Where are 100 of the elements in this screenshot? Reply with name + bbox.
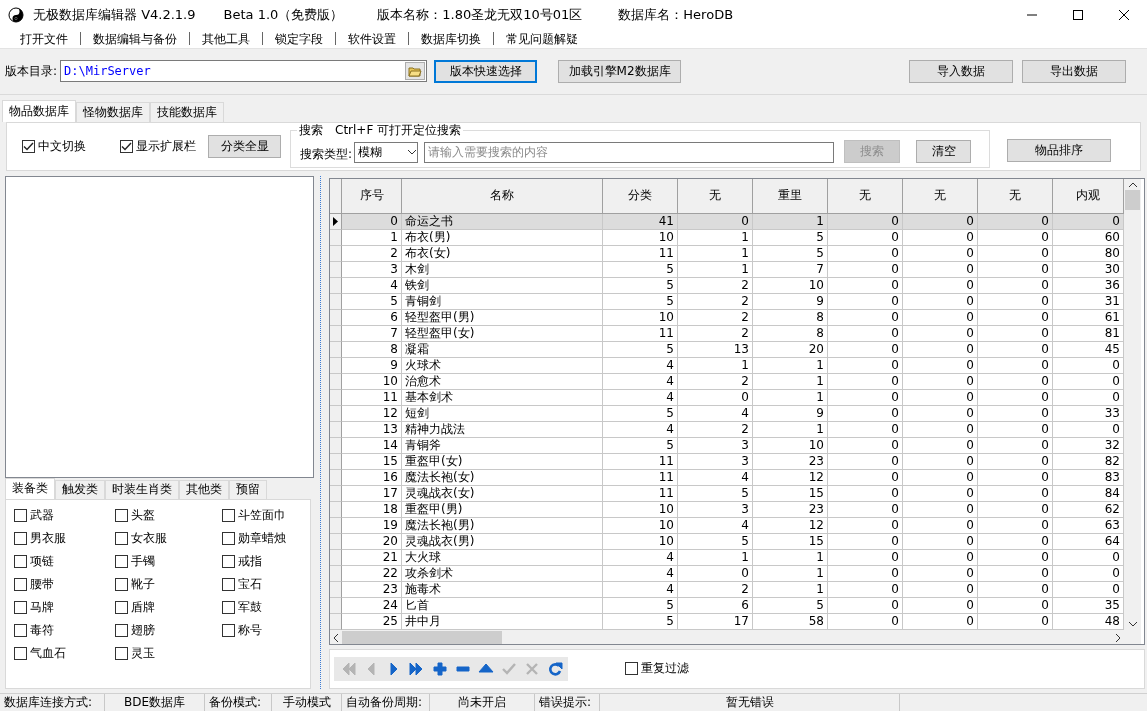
table-row[interactable]: 15 重盔甲(女) 11 3 23 0 0 0 82 <box>330 453 1124 470</box>
checkbox[interactable]: 重复过滤 <box>625 660 689 677</box>
checkbox[interactable]: 戒指 <box>222 553 312 570</box>
checkbox[interactable]: 武器 <box>14 507 115 524</box>
tab[interactable]: 物品数据库 <box>2 100 76 123</box>
checkbox[interactable]: 翅膀 <box>115 622 222 639</box>
table-cell: 0 <box>903 357 978 374</box>
toolbar-button[interactable]: 导入数据 <box>909 59 1014 83</box>
table-cell: 5 <box>603 293 678 310</box>
checkbox[interactable]: 军鼓 <box>222 599 312 616</box>
table-row[interactable]: 24 匕首 5 6 5 0 0 0 35 <box>330 597 1124 614</box>
table-cell: 0 <box>978 373 1053 390</box>
vertical-scrollbar[interactable] <box>1124 178 1141 630</box>
table-cell: 0 <box>978 405 1053 422</box>
sort-button[interactable]: 物品排序 <box>1007 139 1111 163</box>
checkbox[interactable]: 宝石 <box>222 576 312 593</box>
column-header[interactable]: 序号 <box>342 178 402 214</box>
checkbox[interactable]: 盾牌 <box>115 599 222 616</box>
table-row[interactable]: 20 灵魂战衣(男) 10 5 15 0 0 0 64 <box>330 533 1124 550</box>
tab[interactable]: 装备类 <box>5 477 55 499</box>
checkbox[interactable]: 头盔 <box>115 507 222 524</box>
table-row[interactable]: 22 攻杀剑术 4 0 1 0 0 0 0 <box>330 565 1124 582</box>
table-row[interactable]: 4 铁剑 5 2 10 0 0 0 36 <box>330 277 1124 294</box>
checkbox[interactable]: 女衣服 <box>115 530 222 547</box>
search-field[interactable]: 请输入需要搜索的内容 <box>424 141 835 163</box>
table-row[interactable]: 5 青铜剑 5 2 9 0 0 0 31 <box>330 293 1124 310</box>
menu-item[interactable]: 数据编辑与备份 <box>81 32 189 46</box>
table-row[interactable]: 1 布衣(男) 10 1 5 0 0 0 60 <box>330 229 1124 246</box>
menu-item[interactable]: 软件设置 <box>336 32 408 46</box>
table-row[interactable]: 16 魔法长袍(女) 11 4 12 0 0 0 83 <box>330 469 1124 486</box>
tab[interactable]: 时装生肖类 <box>105 479 179 499</box>
checkbox[interactable]: 称号 <box>222 622 312 639</box>
scroll-thumb[interactable] <box>342 630 502 644</box>
checkbox[interactable]: 手镯 <box>115 553 222 570</box>
table-cell: 4 <box>603 373 678 390</box>
column-header[interactable]: 无 <box>978 178 1053 214</box>
column-header[interactable]: 无 <box>828 178 903 214</box>
checkbox[interactable]: 腰带 <box>14 576 115 593</box>
table-row[interactable]: 2 布衣(女) 11 1 5 0 0 0 80 <box>330 245 1124 262</box>
column-header[interactable]: 分类 <box>603 178 678 214</box>
table-cell: 木剑 <box>402 261 603 278</box>
table-cell: 15 <box>342 453 402 470</box>
toolbar-button[interactable]: 版本快速选择 <box>434 59 538 83</box>
show-all-button[interactable]: 分类全显 <box>208 135 281 159</box>
table-cell: 20 <box>342 533 402 550</box>
table-row[interactable]: 13 精神力战法 4 2 1 0 0 0 0 <box>330 421 1124 438</box>
table-cell: 2 <box>678 325 753 342</box>
checkbox[interactable]: 斗笠面巾 <box>222 507 312 524</box>
menu-item[interactable]: 打开文件 <box>8 32 80 46</box>
checkbox[interactable]: 气血石 <box>14 645 115 662</box>
table-cell: 23 <box>342 581 402 598</box>
table-row[interactable]: 17 灵魂战衣(女) 11 5 15 0 0 0 84 <box>330 485 1124 502</box>
tab[interactable]: 预留 <box>229 479 267 499</box>
checkbox[interactable]: 勋章蜡烛 <box>222 530 312 547</box>
table-row[interactable]: 3 木剑 5 1 7 0 0 0 30 <box>330 261 1124 278</box>
menu-item[interactable]: 其他工具 <box>190 32 262 46</box>
table-row[interactable]: 8 凝霜 5 13 20 0 0 0 45 <box>330 341 1124 358</box>
tab[interactable]: 怪物数据库 <box>76 102 150 123</box>
checkbox[interactable]: 项链 <box>14 553 115 570</box>
menu-item[interactable]: 常见问题解疑 <box>494 32 590 46</box>
toolbar-button[interactable]: 导出数据 <box>1022 59 1127 83</box>
toolbar-button[interactable]: 加载引擎M2数据库 <box>558 59 682 83</box>
table-row[interactable]: 6 轻型盔甲(男) 10 2 8 0 0 0 61 <box>330 309 1124 326</box>
table-row[interactable]: 11 基本剑术 4 0 1 0 0 0 0 <box>330 389 1124 406</box>
checkbox[interactable]: 靴子 <box>115 576 222 593</box>
tab[interactable]: 触发类 <box>55 479 105 499</box>
column-header[interactable]: 重里 <box>753 178 828 214</box>
checkbox[interactable]: 马牌 <box>14 599 115 616</box>
table-cell: 0 <box>903 469 978 486</box>
table-row[interactable]: 9 火球术 4 1 1 0 0 0 0 <box>330 357 1124 374</box>
column-header[interactable]: 无 <box>903 178 978 214</box>
column-header[interactable]: 名称 <box>402 178 603 214</box>
table-row[interactable]: 12 短剑 5 4 9 0 0 0 33 <box>330 405 1124 422</box>
checkbox[interactable]: 灵玉 <box>115 645 222 662</box>
menu-item[interactable]: 数据库切换 <box>409 32 493 46</box>
table-row[interactable]: 14 青铜斧 5 3 10 0 0 0 32 <box>330 437 1124 454</box>
table-cell: 1 <box>753 389 828 406</box>
table-row[interactable]: 25 井中月 5 17 58 0 0 0 48 <box>330 613 1124 630</box>
column-header[interactable]: 内观 <box>1053 178 1124 214</box>
scroll-thumb[interactable] <box>1125 189 1140 210</box>
table-cell: 0 <box>828 421 903 438</box>
clear-button[interactable]: 清空 <box>916 139 972 163</box>
table-cell: 0 <box>903 309 978 326</box>
table-row[interactable]: 19 魔法长袍(男) 10 4 12 0 0 0 63 <box>330 517 1124 534</box>
checkbox[interactable]: 男衣服 <box>14 530 115 547</box>
browse-button[interactable] <box>405 62 426 81</box>
table-row[interactable]: 23 施毒术 4 2 1 0 0 0 0 <box>330 581 1124 598</box>
table-row[interactable]: 21 大火球 4 1 1 0 0 0 0 <box>330 549 1124 566</box>
search-type-dropdown[interactable]: 模糊 <box>354 141 419 163</box>
checkbox[interactable]: 显示扩展栏 <box>120 138 196 155</box>
checkbox[interactable]: 毒符 <box>14 622 115 639</box>
menu-item[interactable]: 锁定字段 <box>263 32 335 46</box>
directory-field[interactable]: D:\MirServer <box>60 60 428 83</box>
tab[interactable]: 其他类 <box>179 479 229 499</box>
table-row[interactable]: 7 轻型盔甲(女) 11 2 8 0 0 0 81 <box>330 325 1124 342</box>
tab[interactable]: 技能数据库 <box>150 102 224 123</box>
table-row[interactable]: 10 治愈术 4 2 1 0 0 0 0 <box>330 373 1124 390</box>
checkbox[interactable]: 中文切换 <box>22 138 86 155</box>
table-row[interactable]: 18 重盔甲(男) 10 3 23 0 0 0 62 <box>330 501 1124 518</box>
column-header[interactable]: 无 <box>678 178 753 214</box>
